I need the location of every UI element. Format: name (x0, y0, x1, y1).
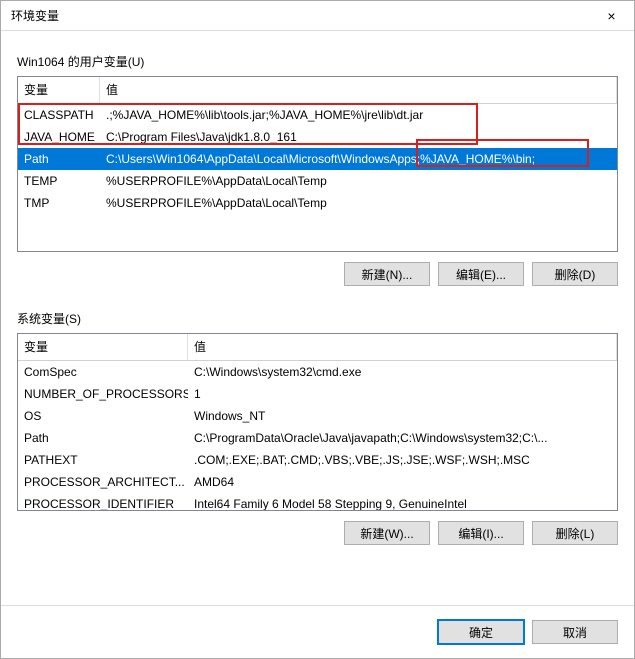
system-vars-label: 系统变量(S) (17, 310, 618, 327)
system-delete-button[interactable]: 删除(L) (532, 521, 618, 545)
val-cell: .COM;.EXE;.BAT;.CMD;.VBS;.VBE;.JS;.JSE;.… (188, 449, 617, 471)
dialog-footer: 确定 取消 (1, 605, 634, 658)
user-vars-label: Win1064 的用户变量(U) (17, 53, 618, 70)
system-vars-group: 系统变量(S) 变量 值 ComSpecC:\Windows\system32\… (17, 310, 618, 559)
val-cell: C:\Users\Win1064\AppData\Local\Microsoft… (100, 148, 617, 170)
system-new-button[interactable]: 新建(W)... (344, 521, 430, 545)
system-edit-button[interactable]: 编辑(I)... (438, 521, 524, 545)
table-row[interactable]: PROCESSOR_IDENTIFIERIntel64 Family 6 Mod… (18, 493, 617, 511)
val-cell: Intel64 Family 6 Model 58 Stepping 9, Ge… (188, 493, 617, 511)
user-buttons: 新建(N)... 编辑(E)... 删除(D) (17, 252, 618, 300)
val-cell: AMD64 (188, 471, 617, 493)
system-vars-header: 变量 值 (18, 334, 617, 361)
val-cell: .;%JAVA_HOME%\lib\tools.jar;%JAVA_HOME%\… (100, 104, 617, 126)
table-row[interactable]: PATHEXT.COM;.EXE;.BAT;.CMD;.VBS;.VBE;.JS… (18, 449, 617, 471)
table-row[interactable]: CLASSPATH.;%JAVA_HOME%\lib\tools.jar;%JA… (18, 104, 617, 126)
var-cell: JAVA_HOME (18, 126, 100, 148)
window-title: 环境变量 (11, 7, 589, 24)
system-col-var: 变量 (18, 334, 188, 360)
table-row[interactable]: PROCESSOR_ARCHITECT...AMD64 (18, 471, 617, 493)
val-cell: Windows_NT (188, 405, 617, 427)
val-cell: C:\Windows\system32\cmd.exe (188, 361, 617, 383)
var-cell: PATHEXT (18, 449, 188, 471)
val-cell: C:\Program Files\Java\jdk1.8.0_161 (100, 126, 617, 148)
dialog-content: Win1064 的用户变量(U) 变量 值 CLASSPATH.;%JAVA_H… (1, 31, 634, 605)
table-row[interactable]: ComSpecC:\Windows\system32\cmd.exe (18, 361, 617, 383)
system-buttons: 新建(W)... 编辑(I)... 删除(L) (17, 511, 618, 559)
var-cell: PROCESSOR_ARCHITECT... (18, 471, 188, 493)
var-cell: ComSpec (18, 361, 188, 383)
user-vars-list[interactable]: 变量 值 CLASSPATH.;%JAVA_HOME%\lib\tools.ja… (17, 76, 618, 252)
var-cell: CLASSPATH (18, 104, 100, 126)
user-vars-group: Win1064 的用户变量(U) 变量 值 CLASSPATH.;%JAVA_H… (17, 53, 618, 300)
var-cell: TMP (18, 192, 100, 214)
var-cell: Path (18, 148, 100, 170)
user-new-button[interactable]: 新建(N)... (344, 262, 430, 286)
user-edit-button[interactable]: 编辑(E)... (438, 262, 524, 286)
system-col-val: 值 (188, 334, 617, 360)
table-row[interactable]: JAVA_HOMEC:\Program Files\Java\jdk1.8.0_… (18, 126, 617, 148)
table-row[interactable]: TEMP%USERPROFILE%\AppData\Local\Temp (18, 170, 617, 192)
table-row[interactable]: TMP%USERPROFILE%\AppData\Local\Temp (18, 192, 617, 214)
val-cell: 1 (188, 383, 617, 405)
system-vars-body: ComSpecC:\Windows\system32\cmd.exeNUMBER… (18, 361, 617, 511)
ok-button[interactable]: 确定 (438, 620, 524, 644)
user-col-val: 值 (100, 77, 617, 103)
table-row[interactable]: NUMBER_OF_PROCESSORS1 (18, 383, 617, 405)
var-cell: NUMBER_OF_PROCESSORS (18, 383, 188, 405)
table-row[interactable]: PathC:\ProgramData\Oracle\Java\javapath;… (18, 427, 617, 449)
table-row[interactable]: PathC:\Users\Win1064\AppData\Local\Micro… (18, 148, 617, 170)
user-col-var: 变量 (18, 77, 100, 103)
var-cell: TEMP (18, 170, 100, 192)
cancel-button[interactable]: 取消 (532, 620, 618, 644)
close-button[interactable]: × (589, 1, 634, 31)
val-cell: %USERPROFILE%\AppData\Local\Temp (100, 170, 617, 192)
var-cell: OS (18, 405, 188, 427)
val-cell: C:\ProgramData\Oracle\Java\javapath;C:\W… (188, 427, 617, 449)
system-vars-list[interactable]: 变量 值 ComSpecC:\Windows\system32\cmd.exeN… (17, 333, 618, 511)
titlebar: 环境变量 × (1, 1, 634, 31)
user-vars-header: 变量 值 (18, 77, 617, 104)
close-icon: × (607, 8, 615, 24)
var-cell: Path (18, 427, 188, 449)
env-vars-dialog: 环境变量 × Win1064 的用户变量(U) 变量 值 CLASSPATH.;… (0, 0, 635, 659)
user-vars-body: CLASSPATH.;%JAVA_HOME%\lib\tools.jar;%JA… (18, 104, 617, 214)
table-row[interactable]: OSWindows_NT (18, 405, 617, 427)
val-cell: %USERPROFILE%\AppData\Local\Temp (100, 192, 617, 214)
var-cell: PROCESSOR_IDENTIFIER (18, 493, 188, 511)
user-delete-button[interactable]: 删除(D) (532, 262, 618, 286)
